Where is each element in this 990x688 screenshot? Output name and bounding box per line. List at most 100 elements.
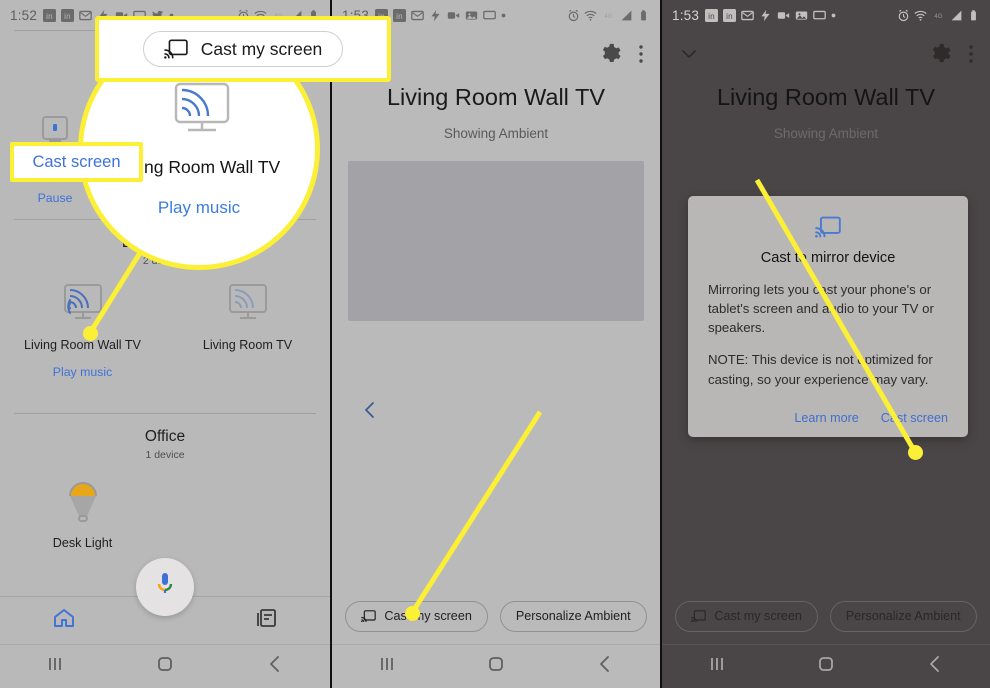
panel-home-app: 1:52 in in 4G Kitchen Pause Living Room … [0,0,330,688]
linkedin-icon: in [723,8,737,22]
display-icon [133,9,146,22]
lightning-icon [759,9,772,22]
device-living-room-tv[interactable]: Living Room TV [165,281,330,379]
chip-label: Personalize Ambient [515,609,631,623]
page-subtitle: Showing Ambient [773,126,879,141]
signal-icon [620,9,633,22]
home-icon[interactable] [815,653,837,680]
dot-icon [831,13,836,18]
dot-icon [169,13,174,18]
dialog-paragraph-2: NOTE: This device is not optimized for c… [708,352,933,387]
svg-text:4G: 4G [274,13,282,19]
signal-icon [950,9,963,22]
svg-text:4G: 4G [934,13,942,19]
feed-icon[interactable] [254,606,278,635]
recents-icon[interactable] [44,653,66,680]
action-chip-bar: Cast my screen Personalize Ambient [662,588,990,644]
device-action[interactable]: Pause [38,191,73,205]
recents-icon[interactable] [706,653,728,680]
section-title: Living Room [121,234,209,251]
office-header: Office 1 device [0,414,330,461]
status-right-icons: 4G [897,9,980,22]
learn-more-button[interactable]: Learn more [794,411,858,425]
home-icon[interactable] [154,653,176,680]
ambient-preview [348,161,644,321]
gear-icon[interactable] [929,42,952,70]
display-icon [483,9,496,22]
cast-screen-button[interactable]: Cast screen [881,411,948,425]
4g-icon: 4G [931,9,946,22]
status-left-icons: in in [705,8,897,22]
battery-icon [307,9,320,22]
alarm-icon [237,9,250,22]
android-nav-bar [332,644,660,688]
assistant-mic-button[interactable] [136,558,194,616]
video-camera-icon [777,9,790,22]
bulb-icon [55,479,111,527]
video-camera-icon [115,9,128,22]
alarm-icon [567,9,580,22]
office-devices: Desk Light [0,461,330,554]
chevron-down-icon[interactable] [678,43,700,70]
4g-icon: 4G [271,9,286,22]
dot-icon [501,13,506,18]
alarm-icon [897,9,910,22]
svg-text:in: in [396,11,403,20]
battery-icon [637,9,650,22]
wifi-icon [254,9,267,22]
chip-label: Cast my screen [384,609,472,623]
device-label: Desk Light [52,536,113,550]
status-left-icons: in in [43,8,237,22]
wifi-icon [914,9,927,22]
wifi-icon [584,9,597,22]
lightning-icon [97,9,110,22]
device-desk-light[interactable]: Desk Light [0,479,165,550]
back-icon[interactable] [594,653,616,680]
device-action[interactable]: Play music [53,365,112,379]
display-icon [813,9,826,22]
chip-label: Cast my screen [714,609,802,623]
device-kitchen[interactable]: Kitchen Pause [0,107,110,205]
cast-my-screen-chip[interactable]: Cast my screen [345,600,488,632]
lightning-icon [429,9,442,22]
more-vertical-icon[interactable] [638,43,644,70]
svg-text:in: in [46,11,53,20]
battery-icon [967,9,980,22]
status-time: 1:53 [342,7,370,23]
device-label: Kitchen [33,164,76,178]
section-subtitle: 1 device [145,449,185,461]
page-subtitle: Showing Ambient [443,126,549,141]
back-icon[interactable] [924,653,946,680]
linkedin-icon: in [43,8,57,22]
svg-text:in: in [708,11,715,20]
cast-icon [361,609,377,623]
section-subtitle: 2 devices [142,255,188,267]
detail-toolbar [332,30,660,70]
cast-my-screen-chip[interactable]: Cast my screen [675,600,818,632]
recents-icon[interactable] [376,653,398,680]
photo-icon [465,9,478,22]
page-title: Living Room Wall TV [716,84,936,110]
panel-cast-dialog: 1:53 in in 4G Living Room Wall TV Showin… [660,0,990,688]
chevron-down-icon[interactable] [348,43,370,70]
mail-icon [79,9,92,22]
svg-text:4G: 4G [604,13,612,19]
svg-text:in: in [64,11,71,20]
linkedin-icon: in [393,8,407,22]
cast-tv-icon [220,281,276,329]
status-time: 1:53 [672,7,700,23]
home-icon[interactable] [52,606,76,635]
personalize-ambient-chip[interactable]: Personalize Ambient [499,600,647,632]
chevron-left-icon[interactable] [362,400,378,426]
device-living-room-wall-tv[interactable]: Living Room Wall TV Play music [0,281,165,379]
twitter-icon [151,9,164,22]
chip-label: Personalize Ambient [845,609,961,623]
more-vertical-icon[interactable] [968,43,974,70]
home-icon[interactable] [485,653,507,680]
linkedin-icon: in [375,8,389,22]
back-icon[interactable] [264,653,286,680]
status-bar: 1:52 in in 4G [0,0,330,30]
personalize-ambient-chip[interactable]: Personalize Ambient [829,600,977,632]
gear-icon[interactable] [599,42,622,70]
speaker-icon [27,107,83,155]
